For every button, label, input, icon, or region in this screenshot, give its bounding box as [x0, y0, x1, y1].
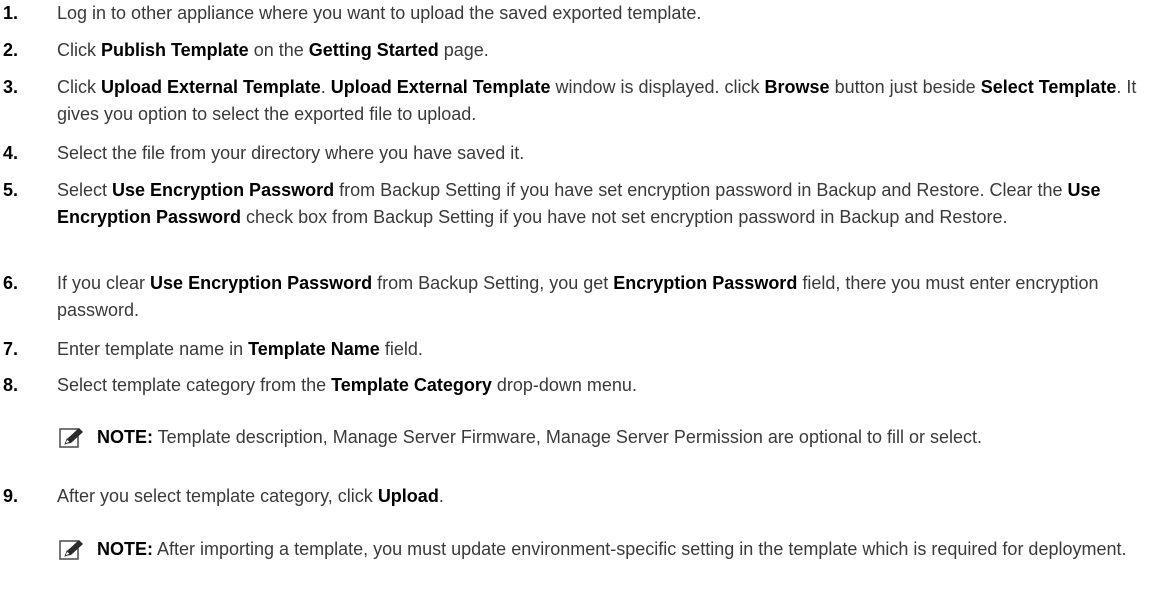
- note-1: NOTE: Template description, Manage Serve…: [57, 424, 1165, 451]
- step-number: 7.: [3, 339, 19, 359]
- step-number: 6.: [3, 273, 19, 293]
- note-content: After importing a template, you must upd…: [153, 539, 1127, 559]
- ui-term: Upload: [377, 486, 439, 506]
- step-text: Log in to other appliance where you want…: [57, 0, 1165, 27]
- ui-term: Template Name: [248, 339, 380, 359]
- text-run: After you select template category, clic…: [57, 486, 378, 506]
- text-run: window is displayed. click: [550, 77, 765, 97]
- text-run: on the: [248, 40, 309, 60]
- note-pencil-icon: [57, 536, 97, 563]
- step-text: Select Use Encryption Password from Back…: [57, 177, 1165, 231]
- text-run: check box from Backup Setting if you hav…: [241, 207, 1008, 227]
- step-text: Select the file from your directory wher…: [57, 140, 1165, 167]
- step-6: 6. If you clear Use Encryption Password …: [0, 270, 1165, 324]
- text-run: button just beside: [829, 77, 981, 97]
- text-run: Click: [57, 77, 101, 97]
- text-run: .: [320, 77, 331, 97]
- step-7: 7. Enter template name in Template Name …: [0, 336, 1165, 363]
- step-9: 9. After you select template category, c…: [0, 483, 1165, 510]
- ui-term: Encryption Password: [613, 273, 798, 293]
- note-label: NOTE:: [97, 539, 153, 559]
- step-number: 1.: [3, 3, 19, 23]
- step-4: 4. Select the file from your directory w…: [0, 140, 1165, 167]
- document-page: 1. Log in to other appliance where you w…: [0, 0, 1170, 598]
- step-1: 1. Log in to other appliance where you w…: [0, 0, 1165, 27]
- note-content: Template description, Manage Server Firm…: [153, 427, 983, 447]
- text-run: field.: [379, 339, 423, 359]
- step-text: Enter template name in Template Name fie…: [57, 336, 1165, 363]
- ui-term: Publish Template: [101, 40, 249, 60]
- text-run: Select the file from your directory wher…: [57, 143, 525, 163]
- step-text: Click Publish Template on the Getting St…: [57, 37, 1165, 64]
- note-label: NOTE:: [97, 427, 153, 447]
- text-run: .: [438, 486, 444, 506]
- step-text: Click Upload External Template. Upload E…: [57, 74, 1165, 128]
- note-text: NOTE: Template description, Manage Serve…: [97, 424, 1165, 451]
- text-run: Click: [57, 40, 101, 60]
- step-2: 2. Click Publish Template on the Getting…: [0, 37, 1165, 64]
- step-3: 3. Click Upload External Template. Uploa…: [0, 74, 1165, 128]
- step-text: Select template category from the Templa…: [57, 372, 1165, 399]
- note-pencil-icon: [57, 424, 97, 451]
- text-run: from Backup Setting, you get: [372, 273, 614, 293]
- text-run: If you clear: [57, 273, 151, 293]
- step-text: After you select template category, clic…: [57, 483, 1165, 510]
- text-run: Select: [57, 180, 113, 200]
- step-number: 2.: [3, 40, 19, 60]
- step-text: If you clear Use Encryption Password fro…: [57, 270, 1165, 324]
- ui-term: Use Encryption Password: [150, 273, 373, 293]
- step-number: 5.: [3, 180, 19, 200]
- step-5: 5. Select Use Encryption Password from B…: [0, 177, 1165, 231]
- text-run: drop-down menu.: [491, 375, 637, 395]
- step-number: 9.: [3, 486, 19, 506]
- ui-term: Upload External Template: [330, 77, 551, 97]
- step-number: 4.: [3, 143, 19, 163]
- text-run: page.: [438, 40, 489, 60]
- ui-term: Browse: [764, 77, 830, 97]
- text-run: Select template category from the: [57, 375, 332, 395]
- note-text: NOTE: After importing a template, you mu…: [97, 536, 1165, 563]
- ui-term: Use Encryption Password: [112, 180, 335, 200]
- text-run: from Backup Setting if you have set encr…: [334, 180, 1068, 200]
- ui-term: Upload External Template: [101, 77, 321, 97]
- step-number: 3.: [3, 77, 19, 97]
- ui-term: Select Template: [980, 77, 1117, 97]
- text-run: Log in to other appliance where you want…: [57, 3, 702, 23]
- note-2: NOTE: After importing a template, you mu…: [57, 536, 1165, 563]
- ui-term: Getting Started: [308, 40, 439, 60]
- text-run: Enter template name in: [57, 339, 249, 359]
- step-8: 8. Select template category from the Tem…: [0, 372, 1165, 399]
- ui-term: Template Category: [331, 375, 492, 395]
- step-number: 8.: [3, 375, 19, 395]
